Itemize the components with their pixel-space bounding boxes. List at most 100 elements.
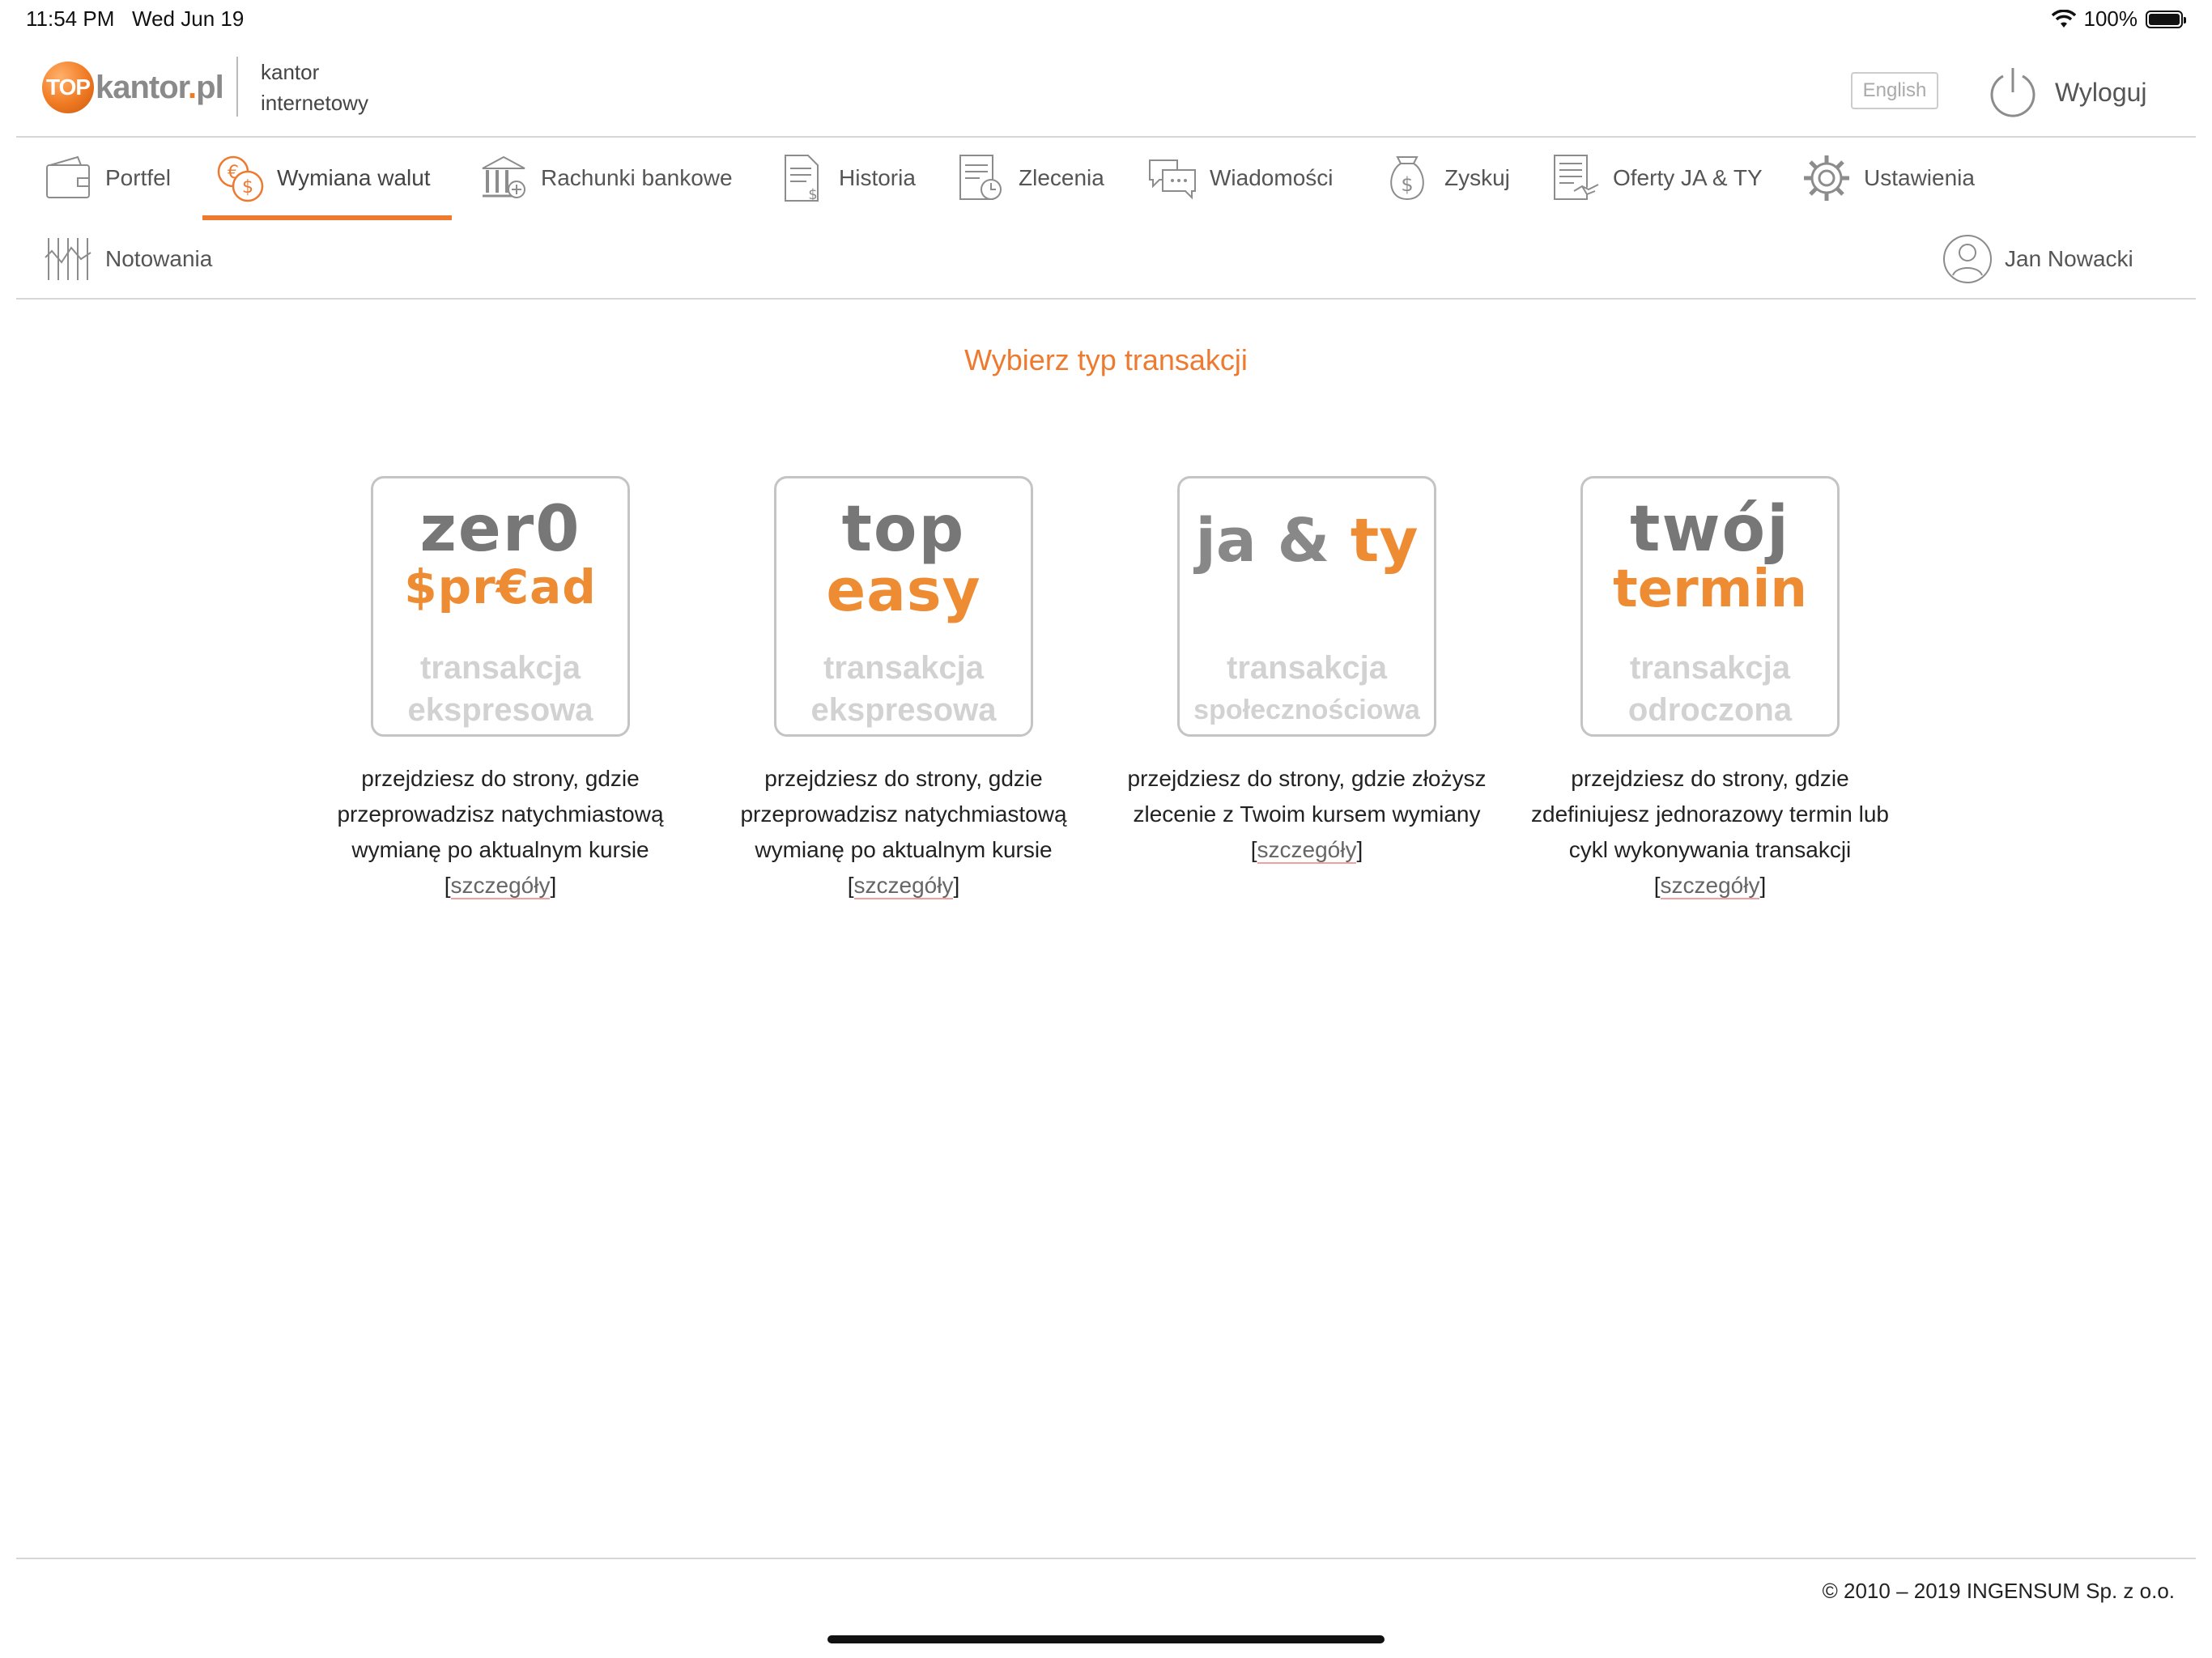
quotes-chart-icon bbox=[45, 238, 91, 280]
user-profile[interactable]: Jan Nowacki bbox=[1942, 227, 2133, 291]
top-easy-tile[interactable]: top easy transakcja ekspresowa bbox=[774, 476, 1033, 737]
tile-subtitle-line2: społecznościowa bbox=[1193, 695, 1420, 725]
tile-subtitle: transakcja odroczona bbox=[1583, 647, 1837, 731]
nav-item-portfel[interactable]: Portfel bbox=[42, 146, 171, 210]
battery-percent: 100% bbox=[2083, 6, 2138, 31]
tile-title: ja & ty bbox=[1180, 506, 1434, 576]
brand-logo[interactable]: TOP kantor.pl bbox=[42, 62, 224, 113]
tile-title-part1: ja & bbox=[1195, 506, 1330, 576]
nav-item-historia[interactable]: $ Historia bbox=[776, 146, 916, 210]
status-date: Wed Jun 19 bbox=[132, 6, 245, 31]
tile-title-line1: top bbox=[841, 493, 966, 566]
language-button[interactable]: English bbox=[1851, 72, 1938, 109]
footer-divider bbox=[16, 1558, 2196, 1559]
copyright-text: © 2010 – 2019 INGENSUM Sp. z o.o. bbox=[1822, 1579, 2175, 1603]
nav-item-wiadomosci[interactable]: Wiadomości bbox=[1146, 146, 1333, 210]
status-bar: 11:54 PM Wed Jun 19 100% bbox=[0, 0, 2212, 39]
svg-text:$: $ bbox=[1401, 173, 1413, 196]
offers-handshake-icon bbox=[1554, 155, 1599, 200]
active-tab-indicator bbox=[202, 215, 452, 220]
tile-subtitle-line2: odroczona bbox=[1627, 692, 1793, 728]
details-link[interactable]: szczegóły bbox=[853, 873, 954, 899]
card-description-text: przejdziesz do strony, gdzie przeprowadz… bbox=[337, 766, 664, 862]
nav-label-wiadomosci: Wiadomości bbox=[1210, 165, 1334, 190]
bank-icon bbox=[482, 155, 525, 198]
currency-exchange-icon: € $ bbox=[217, 155, 264, 202]
card-description: przejdziesz do strony, gdzie przeprowadz… bbox=[740, 766, 1067, 899]
messages-icon bbox=[1149, 159, 1196, 200]
tile-subtitle-line1: transakcja bbox=[420, 650, 581, 686]
nav-label-rachunki-bankowe: Rachunki bankowe bbox=[541, 165, 733, 190]
card-description: przejdziesz do strony, gdzie złożysz zle… bbox=[1127, 766, 1487, 864]
tile-title-part2: ty bbox=[1350, 506, 1419, 576]
nav-label-zyskuj: Zyskuj bbox=[1444, 165, 1510, 190]
nav-item-wymiana-walut[interactable]: € $ Wymiana walut bbox=[214, 146, 431, 210]
money-bag-icon: $ bbox=[1390, 156, 1424, 201]
details-link[interactable]: szczegóły bbox=[1660, 873, 1760, 899]
gear-icon bbox=[1804, 155, 1849, 201]
tile-subtitle-line2: ekspresowa bbox=[810, 692, 997, 728]
header-divider bbox=[16, 136, 2196, 138]
logo-subtitle-line2: internetowy bbox=[261, 91, 368, 115]
nav-label-ustawienia: Ustawienia bbox=[1864, 165, 1975, 190]
svg-text:$: $ bbox=[808, 186, 817, 203]
card-description-text: przejdziesz do strony, gdzie zdefiniujes… bbox=[1531, 766, 1889, 862]
nav-label-historia: Historia bbox=[839, 165, 916, 190]
tile-title-line2: $pr€ad bbox=[404, 559, 597, 614]
svg-text:$: $ bbox=[242, 177, 253, 198]
tile-title-line1: zer0 bbox=[419, 493, 581, 566]
tile-title-line2: termin bbox=[1613, 559, 1807, 619]
card-description-text: przejdziesz do strony, gdzie przeprowadz… bbox=[740, 766, 1067, 862]
page-title: Wybierz typ transakcji bbox=[964, 343, 1248, 376]
home-indicator[interactable] bbox=[827, 1635, 1385, 1643]
tile-title-line2: easy bbox=[826, 556, 981, 624]
logo-ball: TOP bbox=[42, 62, 94, 113]
nav-item-zlecenia[interactable]: Zlecenia bbox=[955, 146, 1104, 210]
tile-subtitle: transakcja społecznościowa bbox=[1180, 647, 1434, 731]
status-time: 11:54 PM Wed Jun 19 bbox=[26, 6, 244, 32]
user-name: Jan Nowacki bbox=[2005, 246, 2133, 271]
tile-title-line1: twój bbox=[1630, 493, 1790, 566]
nav-label-wymiana-walut: Wymiana walut bbox=[277, 165, 431, 190]
nav-item-rachunki-bankowe[interactable]: Rachunki bankowe bbox=[478, 146, 733, 210]
tile-subtitle: transakcja ekspresowa bbox=[776, 647, 1031, 731]
tile-subtitle: transakcja ekspresowa bbox=[373, 647, 627, 731]
orders-clock-icon bbox=[959, 155, 1002, 200]
logout-label: Wyloguj bbox=[2055, 77, 2147, 107]
nav-item-ustawienia[interactable]: Ustawienia bbox=[1801, 146, 1975, 210]
nav-item-zyskuj[interactable]: $ Zyskuj bbox=[1381, 146, 1510, 210]
nav-item-oferty-ja-ty[interactable]: Oferty JA & TY bbox=[1550, 146, 1763, 210]
logout-button[interactable]: Wyloguj bbox=[1987, 65, 2147, 120]
history-document-icon: $ bbox=[785, 155, 819, 203]
logo-subtitle-line1: kantor bbox=[261, 60, 320, 84]
zero-spread-tile[interactable]: zer0 $pr€ad transakcja ekspresowa bbox=[371, 476, 630, 737]
card-description: przejdziesz do strony, gdzie przeprowadz… bbox=[337, 766, 664, 899]
user-avatar-icon bbox=[1943, 235, 1992, 283]
twoj-termin-tile[interactable]: twój termin transakcja odroczona bbox=[1580, 476, 1840, 737]
nav-label-notowania: Notowania bbox=[105, 246, 213, 271]
power-icon bbox=[1990, 68, 2035, 117]
logo-wordmark-main: kantor bbox=[96, 69, 189, 105]
details-link[interactable]: szczegóły bbox=[1257, 837, 1357, 864]
battery-icon bbox=[2146, 10, 2186, 28]
ja-ty-tile[interactable]: ja & ty transakcja społecznościowa bbox=[1177, 476, 1436, 737]
logo-wordmark-tld: pl bbox=[196, 69, 224, 105]
tile-subtitle-line1: transakcja bbox=[1630, 650, 1790, 686]
logo-divider bbox=[236, 57, 238, 117]
nav-label-portfel: Portfel bbox=[105, 165, 171, 190]
logo-subtitle: kantor internetowy bbox=[261, 57, 368, 118]
nav-item-notowania[interactable]: Notowania bbox=[42, 227, 212, 291]
logo-wordmark: kantor.pl bbox=[96, 69, 224, 106]
nav-divider bbox=[16, 298, 2196, 300]
wifi-icon bbox=[2051, 9, 2076, 28]
status-indicators: 100% bbox=[2051, 6, 2186, 32]
logo-wordmark-dot: . bbox=[188, 69, 197, 105]
tile-subtitle-line2: ekspresowa bbox=[407, 692, 593, 728]
status-clock: 11:54 PM bbox=[26, 6, 115, 31]
tile-subtitle-line1: transakcja bbox=[823, 650, 984, 686]
details-link[interactable]: szczegóły bbox=[450, 873, 551, 899]
wallet-icon bbox=[46, 155, 90, 198]
nav-label-oferty-ja-ty: Oferty JA & TY bbox=[1613, 165, 1763, 190]
card-description-text: przejdziesz do strony, gdzie złożysz zle… bbox=[1127, 766, 1487, 827]
tile-subtitle-line1: transakcja bbox=[1227, 650, 1387, 686]
